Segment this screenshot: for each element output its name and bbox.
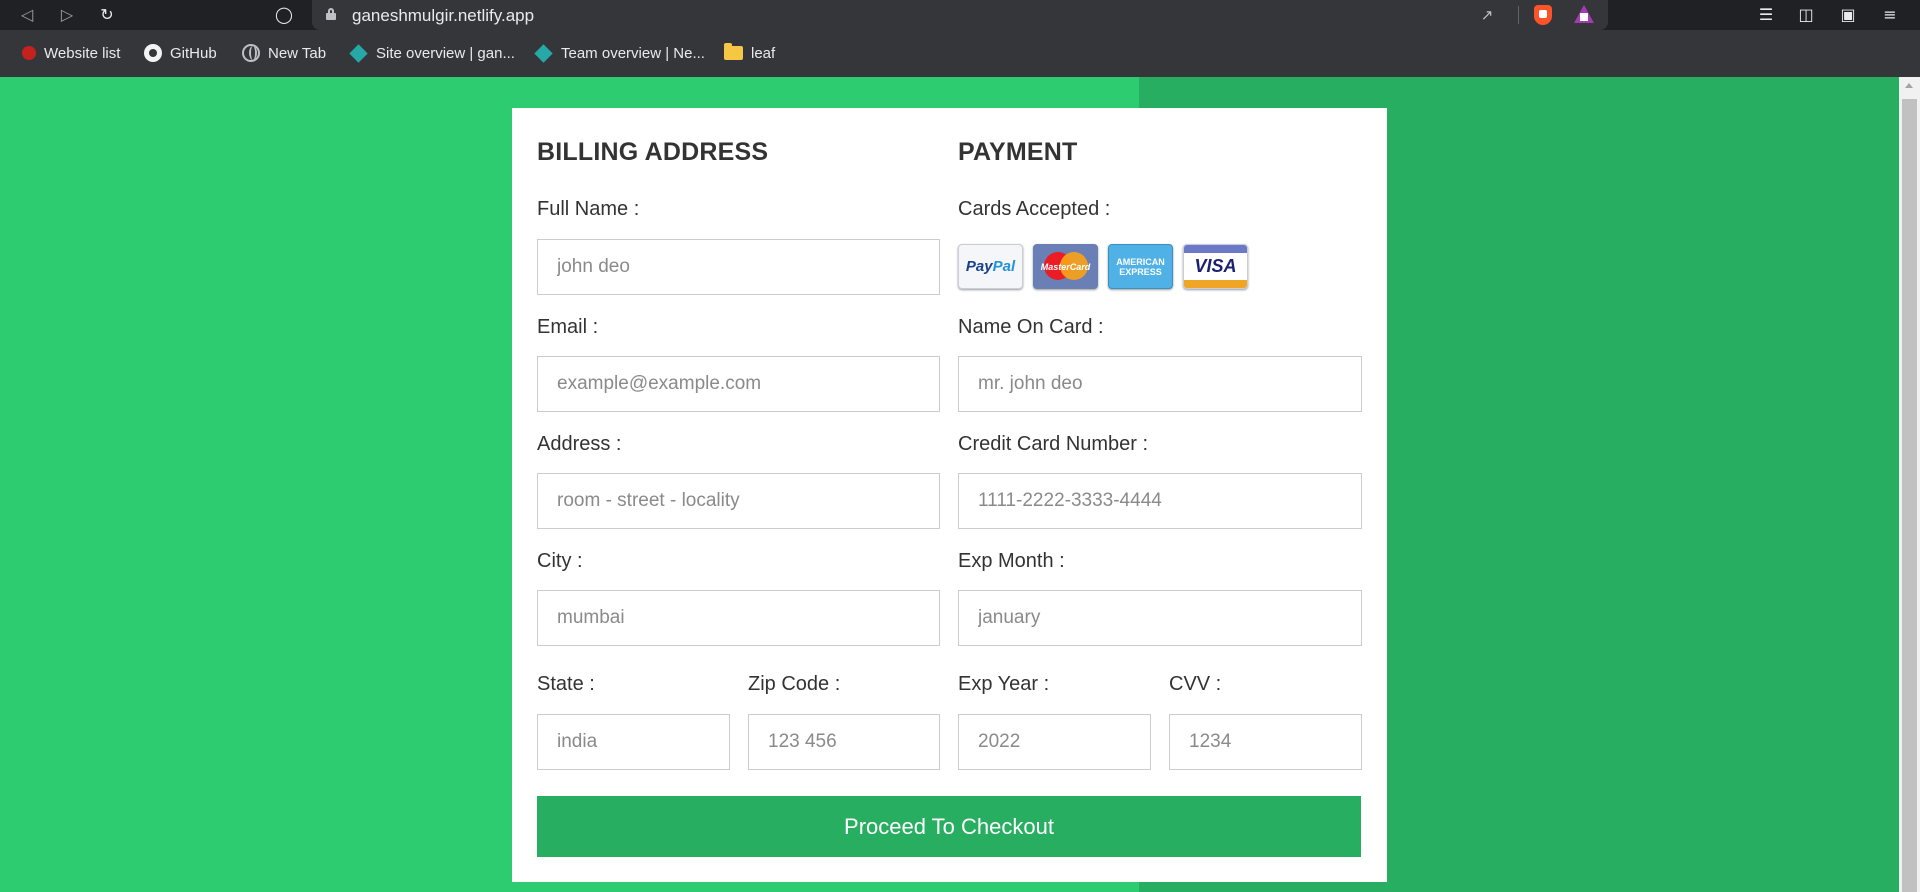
netlify-icon xyxy=(349,43,368,63)
url-text[interactable]: ganeshmulgir.netlify.app xyxy=(352,6,534,26)
page-scrollbar[interactable] xyxy=(1899,77,1920,892)
menu-icon[interactable]: ≡ xyxy=(1878,3,1902,27)
email-label: Email : xyxy=(537,316,599,338)
bookmark-leaf[interactable]: leaf xyxy=(724,43,775,63)
cvv-input[interactable] xyxy=(1169,714,1362,770)
exp-year-input[interactable] xyxy=(958,714,1151,770)
email-input[interactable] xyxy=(537,356,940,412)
brave-shields-icon[interactable] xyxy=(1534,5,1552,25)
accepted-cards: Pay Pal MasterCard AMERICAN EXPRESS VISA xyxy=(958,244,1248,292)
playlist-icon[interactable]: ☰ xyxy=(1754,3,1778,27)
zip-code-input[interactable] xyxy=(748,714,940,770)
wallet-icon[interactable]: ▣ xyxy=(1836,3,1860,27)
checkout-form: BILLING ADDRESS Full Name : Email : Addr… xyxy=(512,108,1387,882)
visa-icon: VISA xyxy=(1183,244,1248,289)
bookmarks-bar: Website list GitHub New Tab Site overvie… xyxy=(0,30,1920,77)
paypal-icon: Pay Pal xyxy=(958,244,1023,289)
state-input[interactable] xyxy=(537,714,730,770)
share-icon[interactable]: ↗ xyxy=(1476,4,1498,26)
lock-icon xyxy=(326,8,336,20)
url-divider xyxy=(1518,6,1519,24)
red-circle-icon xyxy=(22,46,36,60)
zip-code-label: Zip Code : xyxy=(748,673,841,695)
bookmark-new-tab[interactable]: New Tab xyxy=(242,43,326,63)
scroll-up-icon[interactable] xyxy=(1905,83,1913,88)
payment-title: PAYMENT xyxy=(958,138,1078,166)
cards-accepted-label: Cards Accepted : xyxy=(958,198,1111,220)
reload-icon[interactable]: ↻ xyxy=(95,3,119,27)
forward-icon[interactable]: ▷ xyxy=(55,3,79,27)
address-bar[interactable]: ganeshmulgir.netlify.app ↗ xyxy=(312,0,1608,30)
exp-month-label: Exp Month : xyxy=(958,550,1065,572)
sidebar-icon[interactable]: ◫ xyxy=(1794,3,1818,27)
american-express-icon: AMERICAN EXPRESS xyxy=(1108,244,1173,289)
address-label: Address : xyxy=(537,433,622,455)
bookmark-team-overview[interactable]: Team overview | Ne... xyxy=(534,43,705,63)
state-label: State : xyxy=(537,673,595,695)
card-number-label: Credit Card Number : xyxy=(958,433,1149,455)
mastercard-icon: MasterCard xyxy=(1033,244,1098,289)
card-number-input[interactable] xyxy=(958,473,1362,529)
city-label: City : xyxy=(537,550,583,572)
browser-toolbar: ◁ ▷ ↻ ◯ ganeshmulgir.netlify.app ↗ ☰ ◫ ▣… xyxy=(0,0,1920,30)
github-icon xyxy=(144,44,162,62)
cvv-label: CVV : xyxy=(1169,673,1222,695)
folder-icon xyxy=(724,43,743,60)
full-name-input[interactable] xyxy=(537,239,940,295)
globe-icon xyxy=(242,44,260,62)
bookmark-github[interactable]: GitHub xyxy=(144,43,217,63)
back-icon[interactable]: ◁ xyxy=(15,3,39,27)
name-on-card-input[interactable] xyxy=(958,356,1362,412)
proceed-to-checkout-button[interactable]: Proceed To Checkout xyxy=(537,796,1361,857)
billing-title: BILLING ADDRESS xyxy=(537,138,769,166)
exp-month-input[interactable] xyxy=(958,590,1362,646)
brave-rewards-icon[interactable] xyxy=(1574,5,1594,23)
bookmark-icon[interactable]: ◯ xyxy=(272,3,296,27)
bookmark-site-overview[interactable]: Site overview | gan... xyxy=(349,43,515,63)
bookmark-website-list[interactable]: Website list xyxy=(22,43,120,63)
netlify-icon xyxy=(534,43,553,63)
exp-year-label: Exp Year : xyxy=(958,673,1050,695)
full-name-label: Full Name : xyxy=(537,198,640,220)
scrollbar-thumb[interactable] xyxy=(1902,99,1917,892)
address-input[interactable] xyxy=(537,473,940,529)
city-input[interactable] xyxy=(537,590,940,646)
name-on-card-label: Name On Card : xyxy=(958,316,1104,338)
